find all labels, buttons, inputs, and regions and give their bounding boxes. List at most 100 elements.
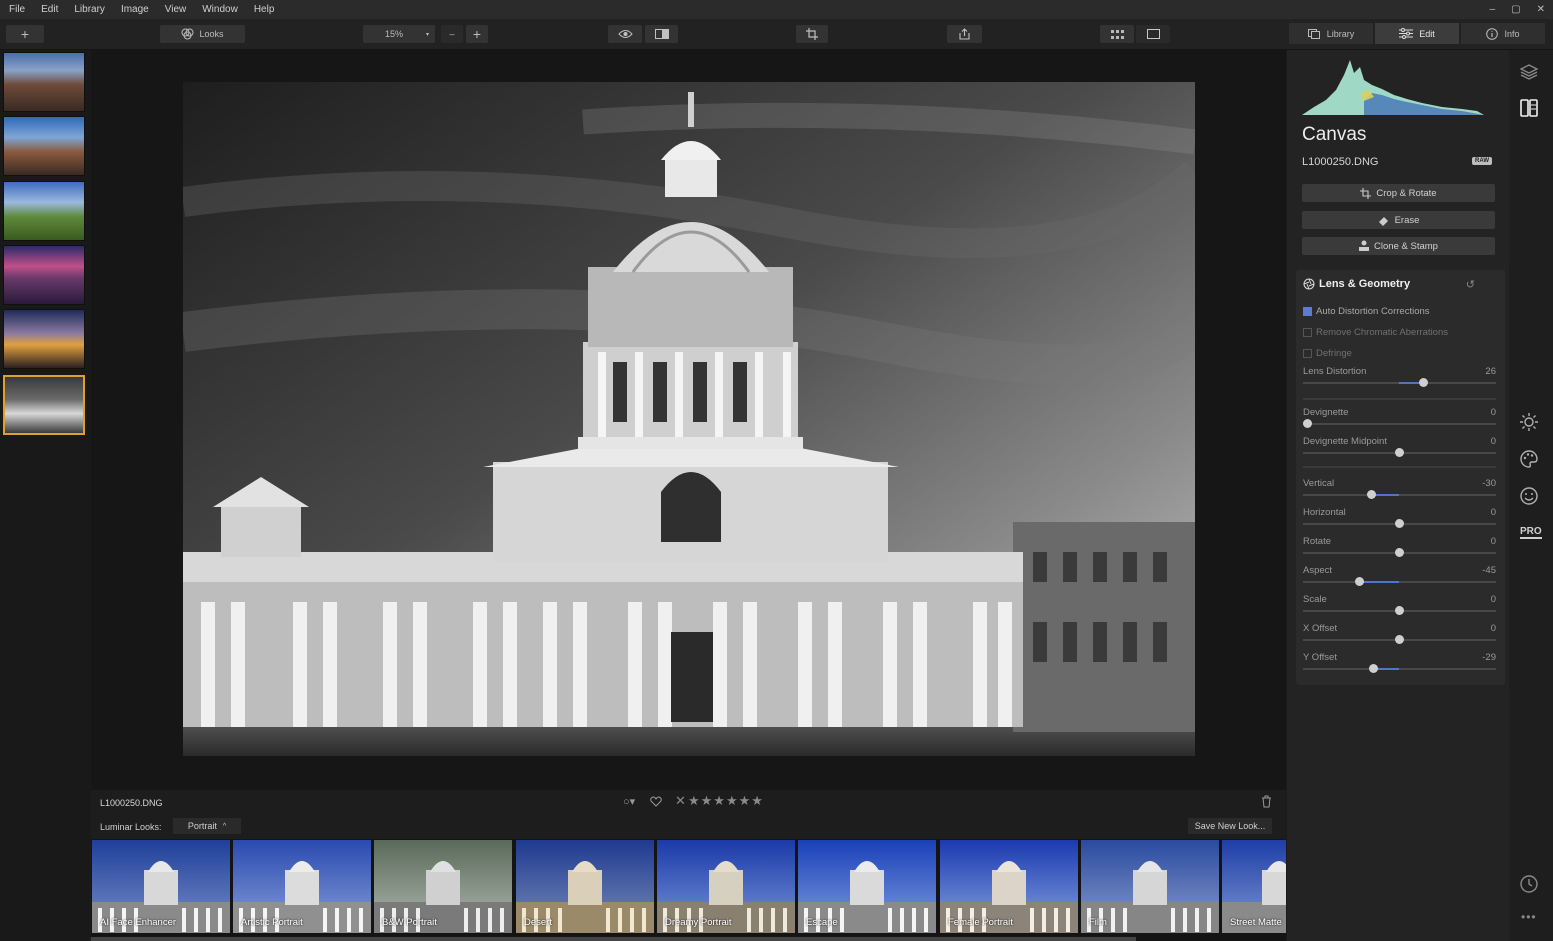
slider-knob[interactable] — [1303, 419, 1312, 428]
slider-horizontal[interactable]: Horizontal 0 — [1303, 507, 1496, 533]
thumbnail-2[interactable] — [3, 116, 85, 176]
slider-y-offset[interactable]: Y Offset -29 — [1303, 652, 1496, 678]
share-button[interactable] — [947, 25, 982, 43]
trash-icon[interactable] — [1261, 795, 1272, 808]
layers-icon[interactable] — [1519, 62, 1539, 82]
menu-view[interactable]: View — [157, 4, 195, 15]
slider-value: 0 — [1490, 594, 1496, 605]
zoom-in-button[interactable]: + — [466, 25, 488, 43]
thumbnail-5[interactable] — [3, 309, 85, 369]
slider-devignette[interactable]: Devignette 0 — [1303, 407, 1496, 433]
reject-icon[interactable]: ✕ — [675, 793, 686, 809]
slider-aspect[interactable]: Aspect -45 — [1303, 565, 1496, 591]
compare-button[interactable] — [645, 25, 678, 43]
sun-icon[interactable] — [1519, 412, 1539, 432]
look-label: Escape — [806, 917, 838, 928]
reset-icon[interactable]: ↺ — [1466, 278, 1475, 291]
checkbox-label: Defringe — [1316, 348, 1352, 359]
auto-distortion-checkbox[interactable]: Auto Distortion Corrections — [1303, 306, 1430, 317]
slider-rotate[interactable]: Rotate 0 — [1303, 536, 1496, 562]
slider-knob[interactable] — [1395, 635, 1404, 644]
minimize-button[interactable]: – — [1490, 4, 1496, 15]
menu-file[interactable]: File — [0, 4, 33, 15]
chromatic-aberration-checkbox[interactable]: Remove Chromatic Aberrations — [1303, 327, 1448, 338]
look-thumbnail[interactable]: Dreamy Portrait — [657, 840, 795, 933]
thumbnail-6-selected[interactable] — [3, 375, 85, 435]
color-label-icon[interactable]: ○▾ — [623, 795, 635, 808]
tab-edit[interactable]: Edit — [1375, 23, 1459, 44]
more-icon[interactable]: ••• — [1521, 910, 1537, 924]
grid-icon — [1110, 29, 1124, 39]
erase-button[interactable]: Erase — [1302, 211, 1495, 229]
slider-track[interactable] — [1303, 494, 1496, 496]
slider-knob[interactable] — [1419, 378, 1428, 387]
star-rating[interactable]: ★★★★★★ — [688, 793, 764, 809]
look-thumbnail[interactable]: Desert — [516, 840, 654, 933]
tab-library[interactable]: Library — [1289, 23, 1373, 44]
zoom-out-button[interactable]: – — [441, 25, 463, 43]
slider-knob[interactable] — [1395, 519, 1404, 528]
slider-track[interactable] — [1303, 668, 1496, 670]
maximize-button[interactable]: ▢ — [1511, 4, 1520, 15]
slider-knob[interactable] — [1395, 448, 1404, 457]
heart-icon[interactable] — [650, 796, 662, 807]
menu-window[interactable]: Window — [194, 4, 246, 15]
zoom-select[interactable]: 15% ▾ — [363, 25, 435, 43]
look-thumbnail[interactable]: Street Matte — [1222, 840, 1286, 933]
slider-scale[interactable]: Scale 0 — [1303, 594, 1496, 620]
crop-button[interactable] — [796, 25, 828, 43]
add-photos-button[interactable]: + — [6, 25, 44, 43]
thumbnail-4[interactable] — [3, 245, 85, 305]
look-thumbnail[interactable]: B&W Portrait — [374, 840, 512, 933]
face-icon[interactable] — [1519, 486, 1539, 506]
menu-image[interactable]: Image — [113, 4, 157, 15]
defringe-checkbox[interactable]: Defringe — [1303, 348, 1352, 359]
section-header[interactable]: Lens & Geometry — [1303, 278, 1410, 290]
look-thumbnail[interactable]: AI Face Enhancer — [92, 840, 230, 933]
menu-edit[interactable]: Edit — [33, 4, 66, 15]
image-filename: L1000250.DNG — [100, 798, 163, 808]
slider-knob[interactable] — [1355, 577, 1364, 586]
menu-library[interactable]: Library — [66, 4, 113, 15]
checkbox-unchecked-icon — [1303, 349, 1312, 358]
looks-scrollbar[interactable] — [91, 937, 1136, 941]
thumbnail-3[interactable] — [3, 181, 85, 241]
slider-knob[interactable] — [1369, 664, 1378, 673]
look-thumbnail[interactable]: Female Portrait — [940, 840, 1078, 933]
canvas-icon[interactable] — [1519, 98, 1539, 118]
history-icon[interactable] — [1519, 874, 1539, 894]
main-photo[interactable] — [183, 82, 1195, 756]
palette-icon[interactable] — [1519, 449, 1539, 469]
menu-help[interactable]: Help — [246, 4, 283, 15]
look-thumbnail[interactable]: Escape — [798, 840, 936, 933]
slider-track[interactable] — [1303, 581, 1496, 583]
slider-track[interactable] — [1303, 423, 1496, 425]
slider-fill — [1359, 581, 1399, 583]
checkbox-label: Remove Chromatic Aberrations — [1316, 327, 1448, 338]
slider-knob[interactable] — [1395, 606, 1404, 615]
single-view-button[interactable] — [1136, 25, 1170, 43]
crop-rotate-button[interactable]: Crop & Rotate — [1302, 184, 1495, 202]
clone-stamp-button[interactable]: Clone & Stamp — [1302, 237, 1495, 255]
save-new-look-button[interactable]: Save New Look... — [1188, 818, 1272, 834]
preview-button[interactable] — [608, 25, 642, 43]
tab-info[interactable]: Info — [1461, 23, 1545, 44]
checkbox-label: Auto Distortion Corrections — [1316, 306, 1430, 317]
looks-button[interactable]: Looks — [160, 25, 245, 43]
slider-lens-distortion[interactable]: Lens Distortion 26 — [1303, 366, 1496, 392]
look-label: Street Matte — [1230, 917, 1282, 928]
gallery-view-button[interactable] — [1100, 25, 1134, 43]
close-window-button[interactable]: ✕ — [1537, 4, 1545, 15]
slider-x-offset[interactable]: X Offset 0 — [1303, 623, 1496, 649]
slider-vertical[interactable]: Vertical -30 — [1303, 478, 1496, 504]
look-thumbnail[interactable]: Artistic Portrait — [233, 840, 371, 933]
info-icon — [1486, 27, 1499, 40]
pro-icon[interactable]: PRO — [1520, 527, 1542, 539]
slider-knob[interactable] — [1395, 548, 1404, 557]
slider-devignette-midpoint[interactable]: Devignette Midpoint 0 — [1303, 436, 1496, 462]
slider-knob[interactable] — [1367, 490, 1376, 499]
look-thumbnail[interactable]: Film — [1081, 840, 1219, 933]
looks-category-select[interactable]: Portrait ^ — [173, 818, 241, 834]
thumbnail-1[interactable] — [3, 52, 85, 112]
clone-stamp-label: Clone & Stamp — [1374, 240, 1438, 252]
